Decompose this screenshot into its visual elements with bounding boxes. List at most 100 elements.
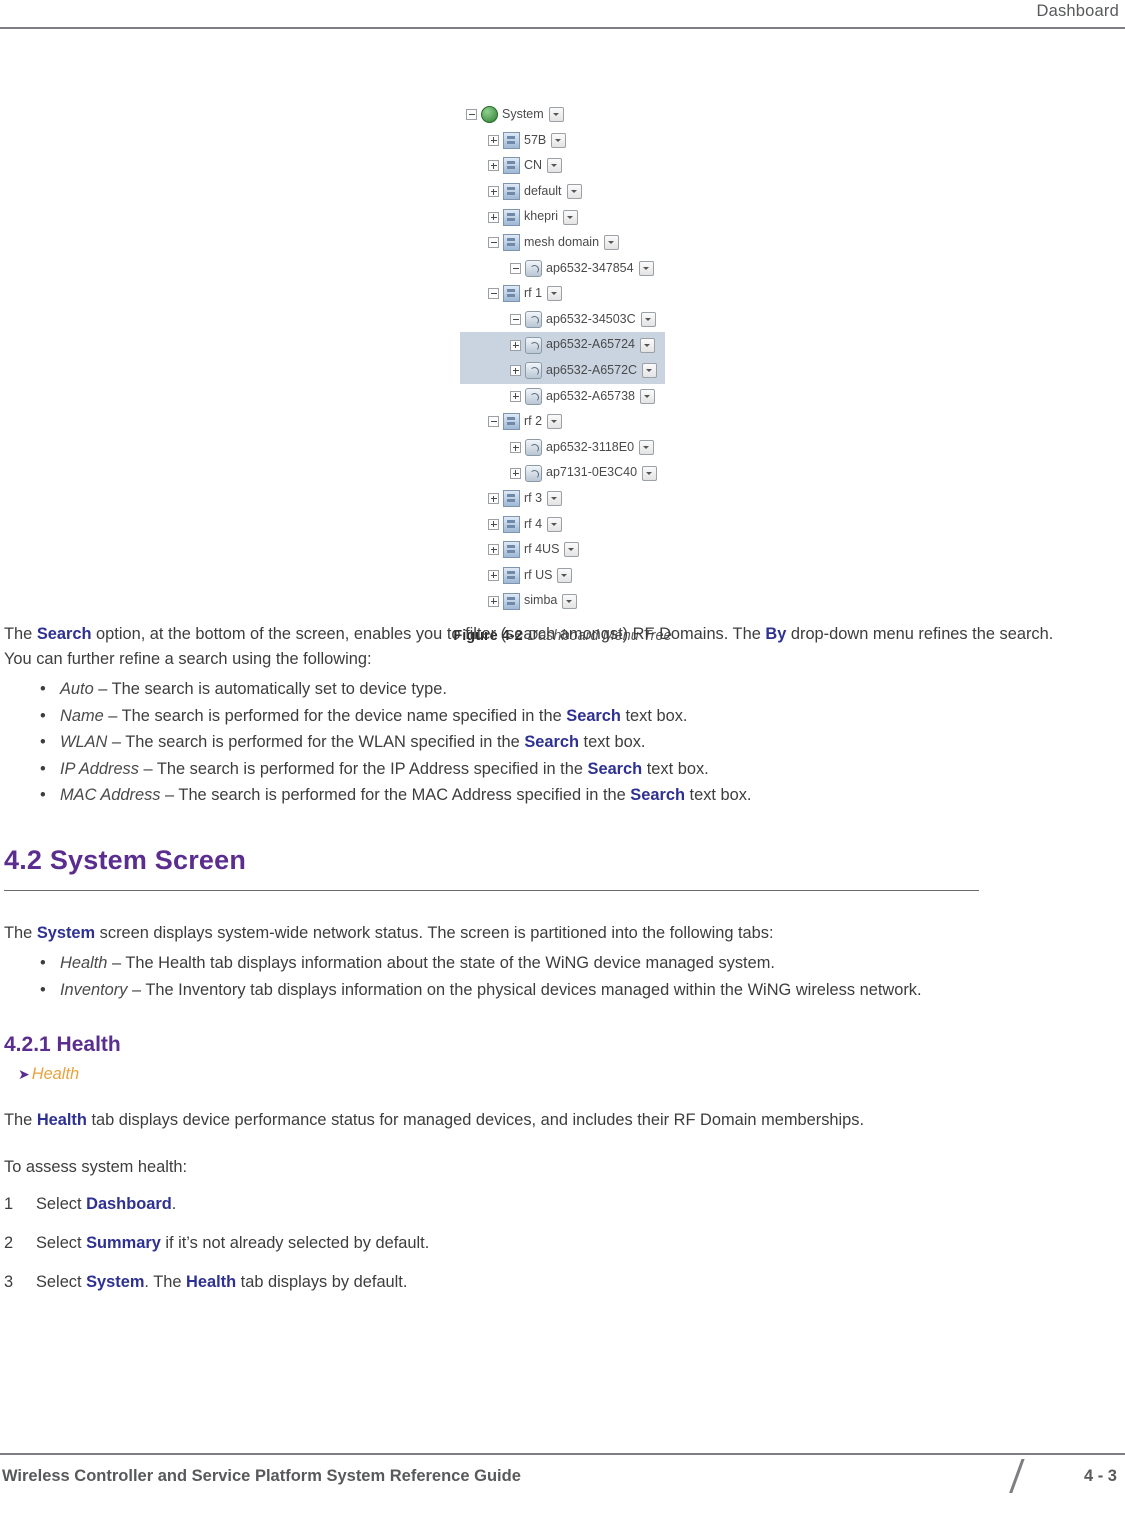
chevron-down-icon[interactable] bbox=[547, 158, 563, 174]
step-text-pre: Select bbox=[36, 1273, 87, 1291]
tree-node[interactable]: khepri bbox=[460, 204, 665, 230]
tree-node[interactable]: rf 4 bbox=[460, 512, 665, 538]
chevron-down-icon[interactable] bbox=[548, 107, 564, 123]
tree-node[interactable]: rf 3 bbox=[460, 486, 665, 512]
tree-node[interactable]: ap6532-A6572C bbox=[460, 357, 665, 384]
chevron-down-icon[interactable] bbox=[638, 260, 654, 276]
expand-icon[interactable] bbox=[510, 339, 521, 351]
domain-icon bbox=[503, 490, 520, 508]
tree-node[interactable]: System bbox=[460, 102, 665, 128]
expand-icon[interactable] bbox=[510, 365, 521, 377]
tree-node[interactable]: default bbox=[460, 179, 665, 205]
expand-icon[interactable] bbox=[488, 569, 499, 581]
chevron-down-icon[interactable] bbox=[639, 388, 655, 404]
chevron-down-icon[interactable] bbox=[557, 567, 573, 583]
tree-node-label: ap6532-3118E0 bbox=[546, 439, 635, 454]
expand-icon[interactable] bbox=[510, 442, 521, 454]
domain-icon bbox=[503, 234, 520, 252]
chevron-down-icon[interactable] bbox=[562, 593, 578, 609]
expand-icon[interactable] bbox=[510, 467, 521, 479]
system-intro-part1: The bbox=[4, 924, 37, 942]
expand-icon[interactable] bbox=[488, 493, 499, 505]
step-text-post: . bbox=[171, 1195, 177, 1213]
tree-node-label: mesh domain bbox=[524, 234, 600, 249]
tree-node[interactable]: ap6532-A65724 bbox=[460, 332, 665, 358]
ap-icon bbox=[525, 387, 542, 405]
search-option-text: – The search is performed for the MAC Ad… bbox=[160, 786, 631, 804]
chevron-down-icon[interactable] bbox=[639, 440, 655, 456]
chevron-down-icon[interactable] bbox=[563, 209, 579, 225]
header-divider bbox=[0, 27, 1125, 29]
tree-node[interactable]: ap7131-0E3C40 bbox=[460, 460, 665, 486]
domain-icon bbox=[503, 515, 520, 533]
search-option-text: – The search is automatically set to dev… bbox=[93, 680, 447, 698]
search-option-item: IP Address – The search is performed for… bbox=[4, 756, 1074, 783]
tree-node-label: ap6532-A65738 bbox=[546, 388, 635, 403]
health-step: 2 Select Summary if it’s not already sele… bbox=[4, 1231, 1074, 1256]
chevron-down-icon[interactable] bbox=[551, 132, 567, 148]
search-option-text-tail: text box. bbox=[620, 706, 688, 725]
health-paragraph-part2: tab displays device performance status f… bbox=[86, 1111, 865, 1129]
tree-node[interactable]: rf US bbox=[460, 563, 665, 589]
tree-node[interactable]: CN bbox=[460, 153, 665, 179]
domain-icon bbox=[503, 183, 520, 201]
search-option-item: MAC Address – The search is performed fo… bbox=[4, 782, 1074, 809]
breadcrumb[interactable]: ➤ Health bbox=[18, 1065, 1074, 1084]
tree-node[interactable]: ap6532-347854 bbox=[460, 256, 665, 282]
ap-icon bbox=[525, 362, 542, 380]
ap-icon bbox=[525, 439, 542, 457]
chevron-down-icon[interactable] bbox=[547, 414, 563, 430]
tree-node[interactable]: ap6532-A65738 bbox=[460, 384, 665, 410]
chevron-down-icon[interactable] bbox=[547, 516, 563, 532]
chevron-down-icon[interactable] bbox=[639, 337, 655, 353]
health-paragraph: The Health tab displays device performan… bbox=[4, 1108, 1074, 1133]
expand-icon[interactable] bbox=[488, 211, 499, 223]
section-divider bbox=[4, 889, 979, 891]
tree-node-label: 57B bbox=[524, 132, 547, 147]
ap-icon bbox=[525, 336, 542, 354]
tree-node[interactable]: rf 1 bbox=[460, 281, 665, 307]
tree-node[interactable]: ap6532-3118E0 bbox=[460, 435, 665, 461]
tree-node[interactable]: ap6532-34503C bbox=[460, 307, 665, 333]
expand-icon[interactable] bbox=[488, 518, 499, 530]
tree-node-label: simba bbox=[524, 593, 558, 608]
page-header: Dashboard bbox=[0, 0, 1125, 29]
tree-node-label: ap7131-0E3C40 bbox=[546, 465, 638, 480]
search-option-text-tail: text box. bbox=[642, 759, 709, 778]
tree-node[interactable]: 57B bbox=[460, 128, 665, 154]
health-step: 3 Select System. The Health tab displays … bbox=[4, 1270, 1074, 1295]
expand-icon[interactable] bbox=[488, 595, 499, 607]
menu-tree[interactable]: System 57B CN default khepri mesh domain ap653… bbox=[460, 96, 665, 618]
tree-node[interactable]: rf 4US bbox=[460, 537, 665, 563]
collapse-icon[interactable] bbox=[466, 109, 477, 121]
chevron-down-icon[interactable] bbox=[564, 542, 580, 558]
collapse-icon[interactable] bbox=[510, 314, 521, 326]
tree-node-label: rf US bbox=[524, 567, 553, 582]
chevron-down-icon[interactable] bbox=[547, 491, 563, 507]
chevron-down-icon[interactable] bbox=[640, 312, 656, 328]
step-text-pre: Select bbox=[36, 1195, 87, 1213]
chevron-down-icon[interactable] bbox=[642, 363, 658, 379]
step-text-post-2: tab displays by default. bbox=[236, 1273, 408, 1291]
system-intro-part2: screen displays system-wide network stat… bbox=[95, 924, 774, 942]
expand-icon[interactable] bbox=[488, 186, 499, 198]
expand-icon[interactable] bbox=[510, 390, 521, 402]
ap-icon bbox=[525, 259, 542, 277]
system-tab-text: – The Health tab displays information ab… bbox=[107, 954, 775, 972]
expand-icon[interactable] bbox=[488, 160, 499, 172]
tree-node[interactable]: mesh domain bbox=[460, 230, 665, 256]
tree-node[interactable]: simba bbox=[460, 588, 665, 614]
system-tab-term: Health bbox=[60, 954, 108, 972]
expand-icon[interactable] bbox=[488, 134, 499, 146]
collapse-icon[interactable] bbox=[488, 288, 499, 300]
chevron-down-icon[interactable] bbox=[642, 465, 658, 481]
chevron-down-icon[interactable] bbox=[566, 184, 582, 200]
collapse-icon[interactable] bbox=[510, 262, 521, 274]
collapse-icon[interactable] bbox=[488, 416, 499, 428]
collapse-icon[interactable] bbox=[488, 237, 499, 249]
expand-icon[interactable] bbox=[488, 544, 499, 556]
tree-node[interactable]: rf 2 bbox=[460, 409, 665, 435]
chevron-down-icon[interactable] bbox=[604, 235, 620, 251]
chevron-down-icon[interactable] bbox=[547, 286, 563, 302]
search-paragraph-part1: The bbox=[4, 625, 37, 643]
